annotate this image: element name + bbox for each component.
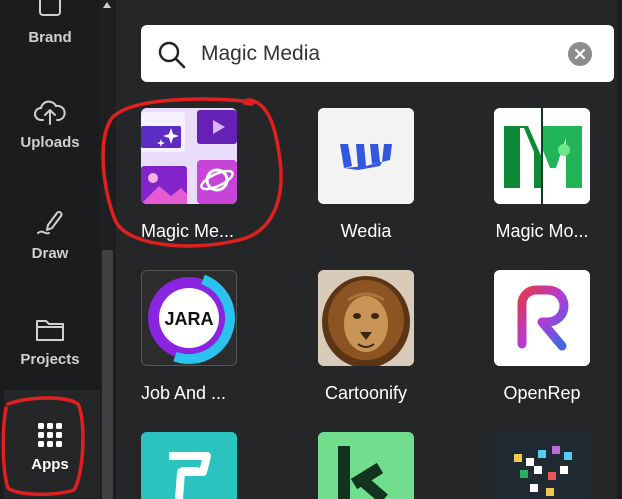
green-k-app-icon [318, 432, 414, 499]
sidebar-item-label: Uploads [20, 133, 80, 151]
sidebar-item-uploads[interactable]: Uploads [0, 75, 100, 175]
panel-edge [617, 0, 622, 499]
sidebar-item-draw[interactable]: Draw [0, 185, 100, 285]
folder-icon [36, 319, 64, 341]
magic-media-app-icon [141, 108, 237, 204]
app-label[interactable]: Wedia [318, 221, 414, 242]
app-tile-cartoonify[interactable] [318, 270, 414, 366]
upload-cloud-icon [34, 100, 66, 125]
wedia-app-icon [318, 108, 414, 204]
sidebar-item-label: Apps [31, 455, 69, 473]
app-label[interactable]: OpenRep [494, 383, 590, 404]
jara-app-icon: JARA [148, 274, 235, 364]
sidebar-item-brand[interactable]: Brand [0, 0, 100, 65]
jara-logo-text: JARA [164, 309, 213, 329]
sidebar-scrollbar-thumb[interactable] [102, 250, 113, 499]
teal-app-icon [141, 432, 237, 499]
pixel-app-icon [494, 432, 590, 499]
sidebar-item-label: Draw [31, 244, 69, 262]
sidebar-item-apps[interactable]: Apps [0, 402, 100, 492]
apps-grid-icon [38, 422, 62, 447]
app-label[interactable]: Cartoonify [318, 383, 414, 404]
app-tile-openrep[interactable] [494, 270, 590, 366]
magic-morph-app-icon [494, 108, 590, 204]
app-label[interactable]: Magic Mo... [494, 221, 590, 242]
app-label[interactable]: Magic Me... [141, 221, 241, 242]
cartoonify-lion-app-icon [318, 270, 414, 366]
sidebar-item-label: Brand [28, 28, 72, 46]
app-label[interactable]: Job And ... [141, 383, 241, 404]
app-tile-magic-morph[interactable] [494, 108, 590, 204]
search-box[interactable] [141, 25, 614, 82]
clear-search-button[interactable] [568, 42, 592, 66]
app-tile-job-and[interactable]: JARA [141, 270, 237, 366]
openrep-app-icon [494, 270, 590, 366]
app-tile-magic-media[interactable] [141, 108, 237, 204]
search-icon [158, 41, 186, 69]
sidebar-item-projects[interactable]: Projects [0, 292, 100, 392]
sidebar-item-label: Projects [20, 350, 80, 368]
draw-pen-icon [37, 210, 63, 234]
search-input[interactable] [201, 25, 541, 82]
brand-icon [39, 0, 61, 16]
app-tile-green-k[interactable] [318, 432, 414, 499]
app-tile-pixel[interactable] [494, 432, 590, 499]
app-tile-teal[interactable] [141, 432, 237, 499]
app-tile-wedia[interactable] [318, 108, 414, 204]
scroll-up-arrow-icon[interactable] [103, 2, 111, 8]
close-icon [574, 48, 586, 60]
